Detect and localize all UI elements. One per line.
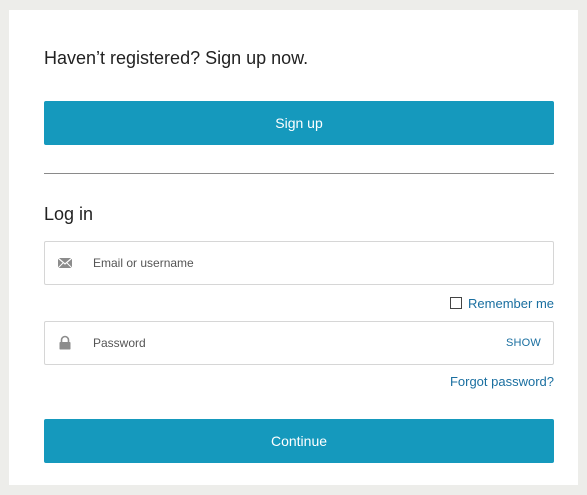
sign-up-button[interactable]: Sign up <box>44 101 554 145</box>
password-field[interactable]: SHOW <box>44 321 554 365</box>
remember-me-label[interactable]: Remember me <box>468 296 554 311</box>
show-password-toggle[interactable]: SHOW <box>506 322 541 364</box>
lock-icon <box>57 335 73 351</box>
envelope-icon <box>57 255 73 271</box>
signup-heading: Haven’t registered? Sign up now. <box>44 48 309 68</box>
password-input[interactable] <box>93 322 473 364</box>
login-heading: Log in <box>44 204 94 224</box>
remember-me-checkbox[interactable]: Remember me <box>450 294 554 312</box>
login-card: Haven’t registered? Sign up now. Sign up… <box>9 10 578 485</box>
email-field[interactable] <box>44 241 554 285</box>
forgot-password-link[interactable]: Forgot password? <box>450 373 554 391</box>
continue-button[interactable]: Continue <box>44 419 554 463</box>
email-input[interactable] <box>93 242 473 284</box>
remember-me-box[interactable] <box>450 297 463 309</box>
section-divider <box>44 173 554 174</box>
